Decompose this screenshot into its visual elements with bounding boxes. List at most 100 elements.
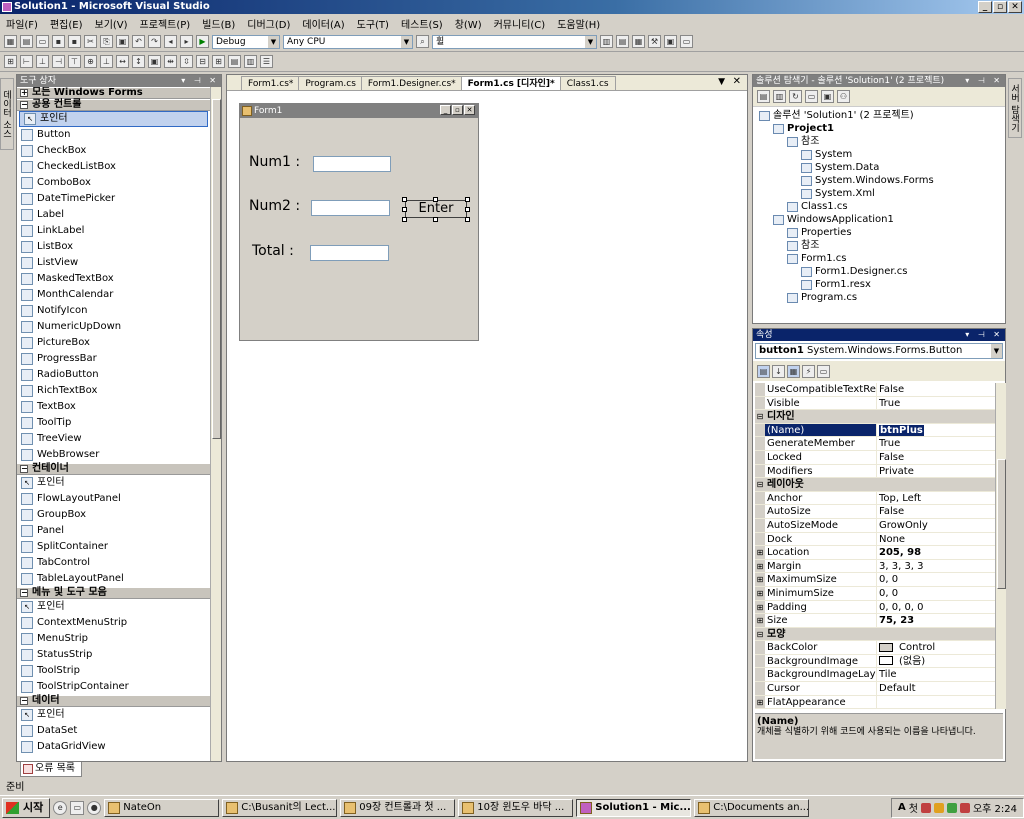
- cut-icon[interactable]: ✂: [84, 35, 97, 48]
- toolbox-icon[interactable]: ⚒: [648, 35, 661, 48]
- toolbox-item[interactable]: ↖ 포인터: [19, 111, 208, 127]
- toolbox-item[interactable]: ToolStrip: [17, 663, 210, 679]
- tree-node[interactable]: WindowsApplication1: [759, 213, 999, 226]
- object-browser-icon[interactable]: ▦: [632, 35, 645, 48]
- property-category[interactable]: 레이아웃: [765, 478, 995, 492]
- expand-icon[interactable]: ⊞: [755, 559, 765, 574]
- num1-textbox[interactable]: [313, 156, 391, 172]
- property-margin[interactable]: [755, 518, 765, 533]
- horizontal-spacing-icon[interactable]: ⇹: [164, 55, 177, 68]
- toolbox-category[interactable]: + 모든 Windows Forms: [17, 87, 210, 99]
- menu-view[interactable]: 보기(V): [95, 16, 128, 31]
- property-margin[interactable]: [755, 396, 765, 411]
- find-combo[interactable]: 휠 ▼: [432, 34, 597, 49]
- toolbox-item[interactable]: TableLayoutPanel: [17, 571, 210, 587]
- align-tops-icon[interactable]: ⊤: [68, 55, 81, 68]
- panel-buttons-icon[interactable]: ▾ ⊣ ✕: [965, 329, 1003, 341]
- toolbox-item[interactable]: CheckedListBox: [17, 159, 210, 175]
- toolbox-item[interactable]: ListView: [17, 255, 210, 271]
- tree-node[interactable]: Form1.resx: [759, 278, 999, 291]
- designer-form[interactable]: Form1 _ ▫ ✕ Num1 : Num2 : Enter Total :: [239, 103, 479, 341]
- menu-test[interactable]: 테스트(S): [401, 16, 443, 31]
- collapse-icon[interactable]: ⊟: [755, 627, 765, 642]
- collapse-icon[interactable]: ⊟: [755, 410, 765, 424]
- desktop-quicklaunch-icon[interactable]: ▭: [70, 800, 85, 815]
- toolbox-category[interactable]: − 공용 컨트롤: [17, 99, 210, 111]
- toolbox-item[interactable]: Label: [17, 207, 210, 223]
- toolbox-item[interactable]: ToolTip: [17, 415, 210, 431]
- tree-node[interactable]: Project1: [759, 122, 999, 135]
- object-selector[interactable]: button1 System.Windows.Forms.Button ▼: [755, 343, 1003, 359]
- property-name[interactable]: Location: [765, 546, 877, 560]
- menu-tools[interactable]: 도구(T): [357, 16, 389, 31]
- tree-node[interactable]: Properties: [759, 226, 999, 239]
- tree-node[interactable]: System.Xml: [759, 187, 999, 200]
- property-name[interactable]: (Name): [765, 423, 877, 438]
- property-value[interactable]: btnPlus: [877, 424, 995, 438]
- task-visual-studio[interactable]: Solution1 - Mic...: [576, 798, 692, 817]
- property-pages-icon[interactable]: ▭: [817, 364, 830, 378]
- menu-file[interactable]: 파일(F): [6, 16, 38, 31]
- categorized-icon[interactable]: ▤: [757, 364, 770, 378]
- tree-node[interactable]: System: [759, 148, 999, 161]
- navigate-forward-icon[interactable]: ▸: [180, 35, 193, 48]
- property-value[interactable]: GrowOnly: [877, 519, 995, 533]
- tab-form1-designer-cs[interactable]: Form1.Designer.cs*: [360, 76, 463, 90]
- task-chapter9[interactable]: 09장 컨트롤과 첫 ...: [340, 798, 456, 817]
- toolbox-item[interactable]: NotifyIcon: [17, 303, 210, 319]
- enter-button[interactable]: Enter: [405, 200, 467, 218]
- property-value[interactable]: Tile: [877, 668, 995, 683]
- property-value[interactable]: 75, 23: [877, 614, 995, 628]
- num2-label[interactable]: Num2 :: [249, 198, 300, 214]
- property-value[interactable]: (없음): [877, 655, 995, 669]
- tree-node[interactable]: 솔루션 'Solution1' (2 프로젝트): [759, 109, 999, 122]
- property-margin[interactable]: [755, 682, 765, 696]
- property-margin[interactable]: [755, 450, 765, 465]
- clock[interactable]: 오후 2:24: [973, 800, 1017, 815]
- task-folder-busanit[interactable]: C:\Busanit의 Lect...: [222, 798, 338, 817]
- total-label[interactable]: Total :: [252, 243, 294, 259]
- menu-project[interactable]: 프로젝트(P): [140, 16, 191, 31]
- resize-handle[interactable]: [465, 197, 470, 202]
- bring-to-front-icon[interactable]: ▤: [228, 55, 241, 68]
- center-horizontally-icon[interactable]: ⊟: [196, 55, 209, 68]
- property-name[interactable]: Cursor: [765, 682, 877, 696]
- property-name[interactable]: Padding: [765, 600, 877, 615]
- events-icon[interactable]: ⚡: [802, 364, 815, 378]
- toolbox-item[interactable]: Button: [17, 127, 210, 143]
- expand-icon[interactable]: ⊞: [755, 695, 765, 709]
- toolbox-item[interactable]: MonthCalendar: [17, 287, 210, 303]
- view-code-icon[interactable]: ▭: [805, 90, 818, 103]
- property-value[interactable]: 0, 0: [877, 573, 995, 587]
- property-name[interactable]: AutoSize: [765, 505, 877, 519]
- total-textbox[interactable]: [310, 245, 389, 261]
- menu-build[interactable]: 빌드(B): [202, 16, 235, 31]
- property-value[interactable]: Top, Left: [877, 492, 995, 506]
- copy-icon[interactable]: ⎘: [100, 35, 113, 48]
- solution-platform-select[interactable]: Any CPU ▼: [283, 34, 413, 49]
- toolbox-item[interactable]: ↖ 포인터: [17, 475, 210, 491]
- tree-node[interactable]: Class1.cs: [759, 200, 999, 213]
- tray-app-icon[interactable]: [946, 802, 957, 813]
- toolbox-item[interactable]: ↖ 포인터: [17, 707, 210, 723]
- align-lefts-icon[interactable]: ⊢: [20, 55, 33, 68]
- panel-buttons-icon[interactable]: ▾ ⊣ ✕: [965, 75, 1003, 87]
- expand-icon[interactable]: ⊞: [755, 600, 765, 615]
- send-to-back-icon[interactable]: ▥: [244, 55, 257, 68]
- toolbox-category[interactable]: − 컨테이너: [17, 463, 210, 475]
- toolbox-item[interactable]: ContextMenuStrip: [17, 615, 210, 631]
- toolbox-item[interactable]: WebBrowser: [17, 447, 210, 463]
- menu-window[interactable]: 창(W): [455, 16, 482, 31]
- solution-config-select[interactable]: Debug ▼: [212, 34, 280, 49]
- property-value[interactable]: 3, 3, 3, 3: [877, 560, 995, 574]
- data-sources-side-tab[interactable]: 데이터 소스: [0, 78, 14, 150]
- property-name[interactable]: UseCompatibleTextRendering: [765, 383, 877, 397]
- scroll-thumb[interactable]: [212, 99, 221, 439]
- property-value[interactable]: Default: [877, 682, 995, 696]
- open-icon[interactable]: ▭: [36, 35, 49, 48]
- redo-icon[interactable]: ↷: [148, 35, 161, 48]
- toolbox-item[interactable]: RadioButton: [17, 367, 210, 383]
- save-all-icon[interactable]: ▪: [68, 35, 81, 48]
- property-name[interactable]: BackgroundImageLayout: [765, 668, 877, 683]
- property-value[interactable]: False: [877, 505, 995, 519]
